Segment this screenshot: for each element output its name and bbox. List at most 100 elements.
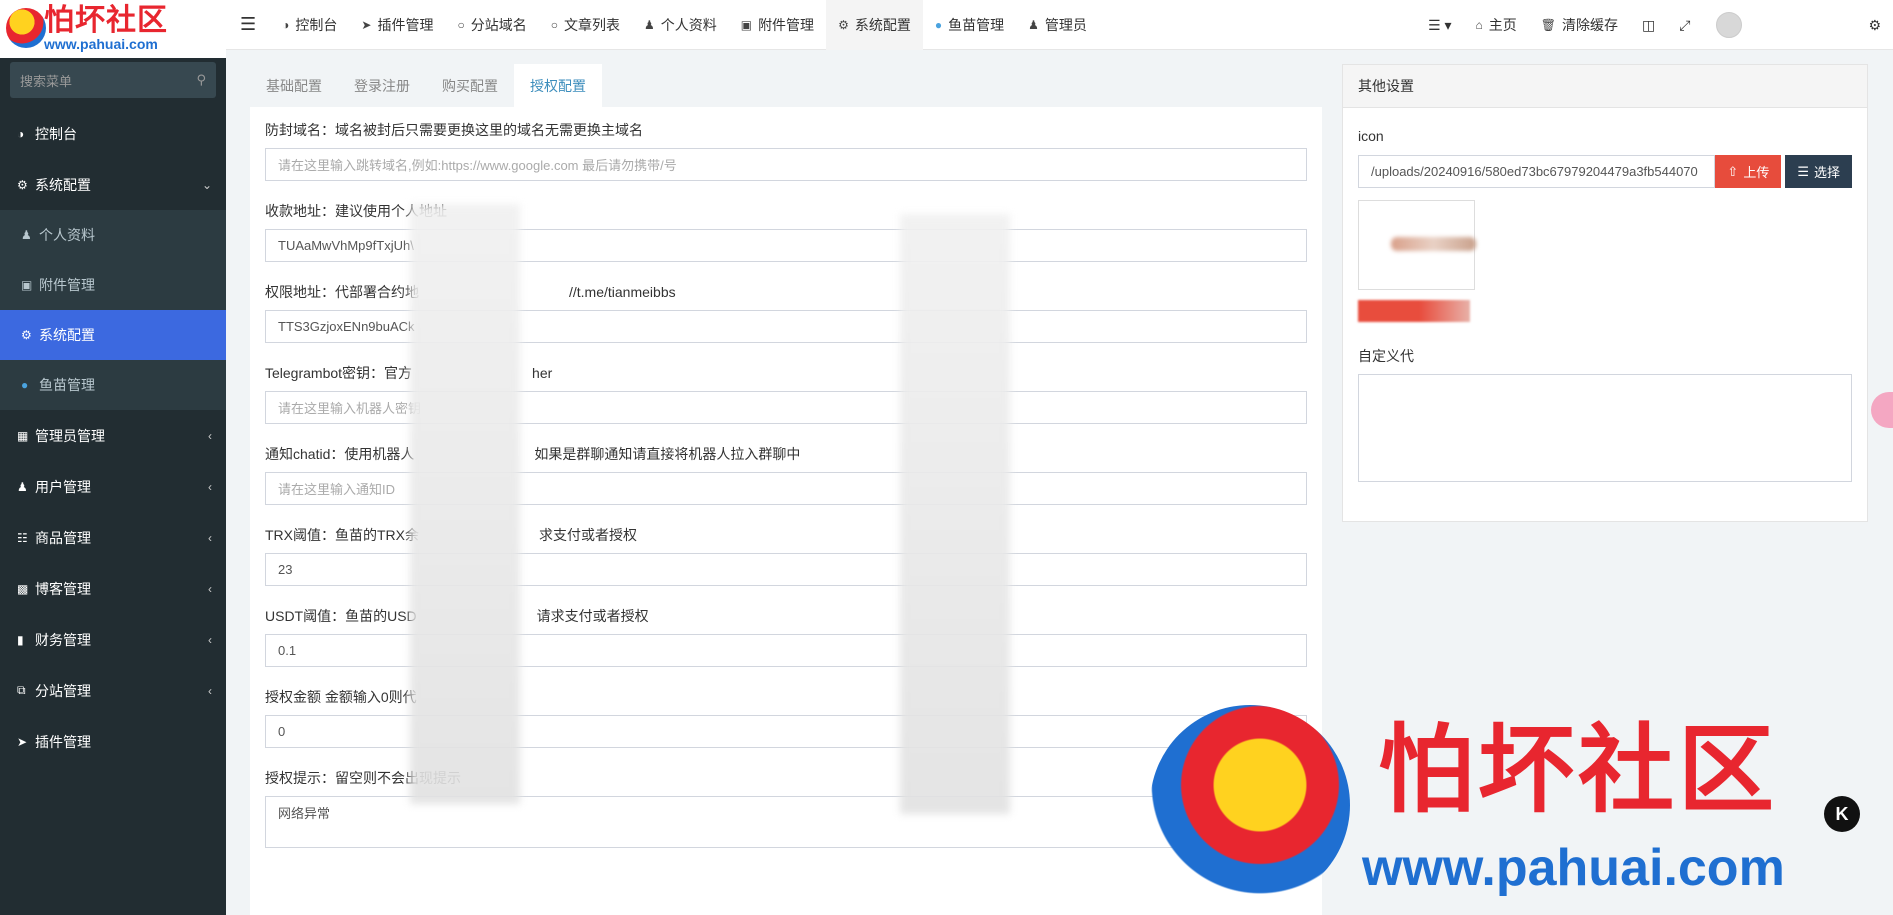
gear-icon: ⚙ [838, 17, 849, 32]
chevron-left-icon: ‹ [208, 632, 212, 647]
list-icon: ☰ [1797, 163, 1809, 179]
upload-icon: ⇧ [1727, 163, 1739, 179]
rocket-icon: ➤ [361, 17, 372, 32]
chevron-left-icon: ‹ [208, 581, 212, 596]
circle-icon: ○ [550, 17, 558, 32]
field-label-tail: 如果是群聊通知请直接将机器人拉入群聊中 [534, 446, 801, 462]
topbar: ☰ ◑ 控制台 ➤ 插件管理 ○ 分站域名 ○ 文章列表 ♟ 个人资料 ▣ 附件管理 ⚙ 系统… [226, 0, 1893, 50]
sidebar-item-label: 系统配置 [39, 327, 95, 343]
floating-help-tab[interactable] [1871, 392, 1893, 428]
home-link[interactable]: ⌂ 主页 [1464, 0, 1529, 50]
sidebar-search-placeholder: 搜索菜单 [20, 73, 73, 89]
topnav-label: 个人资料 [660, 16, 717, 33]
field-label-tail: 求支付或者授权 [539, 527, 637, 543]
sidebar-item-admins[interactable]: ▦ 管理员管理 ‹ [0, 410, 226, 461]
sidebar-item-label: 插件管理 [35, 733, 91, 750]
sidebar-item-blog[interactable]: ▩ 博客管理 ‹ [0, 563, 226, 614]
fullscreen-icon[interactable]: ⤢ [1667, 0, 1702, 50]
field-label-text: 权限地址：代部署合约地 [265, 284, 419, 300]
dashboard-icon: ◑ [282, 17, 290, 32]
tab-basic-config[interactable]: 基础配置 [250, 64, 338, 107]
upload-button[interactable]: ⇧ 上传 [1715, 155, 1782, 188]
topnav-admin[interactable]: ♟ 管理员 [1016, 0, 1099, 50]
fish-icon: ● [21, 378, 29, 392]
gears-icon: ⚙ [17, 177, 28, 192]
sidebar-item-fish[interactable]: ● 鱼苗管理 [0, 360, 226, 410]
rocket-icon: ➤ [17, 734, 28, 749]
sidebar-item-dashboard[interactable]: ◑ 控制台 [0, 108, 226, 159]
sidebar-item-profile[interactable]: ♟ 个人资料 [0, 210, 226, 260]
redaction-blur [900, 214, 1010, 814]
icon-preview [1358, 200, 1476, 290]
fish-logo-icon [6, 8, 46, 48]
icon-path-input[interactable]: /uploads/20240916/580ed73bc67979204479a3… [1358, 155, 1716, 188]
sidebar-item-system-config[interactable]: ⚙ 系统配置 [0, 310, 226, 360]
topnav-profile[interactable]: ♟ 个人资料 [632, 0, 729, 50]
topnav-label: 附件管理 [758, 16, 815, 33]
image-icon: ▣ [21, 278, 33, 292]
select-label: 选择 [1813, 165, 1840, 180]
topnav-plugins[interactable]: ➤ 插件管理 [349, 0, 445, 50]
sidebar-item-finance[interactable]: ▮ 财务管理 ‹ [0, 614, 226, 665]
chevron-left-icon: ‹ [208, 530, 212, 545]
menu-toggle-icon[interactable]: ☰ [226, 0, 270, 50]
sidebar-item-label: 控制台 [35, 125, 77, 142]
home-icon: ⌂ [1475, 18, 1483, 32]
cart-icon: ☷ [17, 530, 28, 545]
avatar[interactable] [1716, 12, 1743, 38]
home-label: 主页 [1488, 17, 1517, 33]
blurred-image [1391, 237, 1476, 251]
select-button[interactable]: ☰ 选择 [1785, 155, 1852, 188]
topnav-articles[interactable]: ○ 文章列表 [539, 0, 632, 50]
custom-label: 自定义代 [1358, 348, 1414, 364]
topnav-label: 控制台 [295, 16, 338, 33]
topnav-fish[interactable]: ● 鱼苗管理 [923, 0, 1016, 50]
sidebar-item-users[interactable]: ♟ 用户管理 ‹ [0, 461, 226, 512]
topnav-label: 系统配置 [854, 16, 911, 33]
sidebar-item-attachments[interactable]: ▣ 附件管理 [0, 260, 226, 310]
topnav-system-config[interactable]: ⚙ 系统配置 [826, 0, 923, 50]
settings-gears-icon[interactable]: ⚙ [1856, 0, 1893, 50]
topnav-dashboard[interactable]: ◑ 控制台 [270, 0, 349, 50]
watermark-fish-logo-icon [1150, 705, 1350, 905]
topnav-substation-domains[interactable]: ○ 分站域名 [445, 0, 538, 50]
sidebar-item-label: 财务管理 [35, 631, 91, 648]
topnav-attachments[interactable]: ▣ 附件管理 [729, 0, 826, 50]
gear-icon: ⚙ [21, 328, 32, 342]
tab-login-register[interactable]: 登录注册 [338, 64, 426, 107]
sidebar-item-label: 用户管理 [35, 478, 91, 495]
anti-block-domain-input[interactable]: 请在这里输入跳转域名,例如:https://www.google.com 最后请… [265, 148, 1307, 181]
bookmark-icon: ▮ [17, 632, 24, 647]
user-icon: ♟ [1028, 17, 1039, 32]
field-label-tail: 请求支付或者授权 [536, 608, 649, 624]
watermark-title: 怕坏社区 [1378, 713, 1778, 826]
sidebar-item-label: 博客管理 [35, 580, 91, 597]
sidebar-search-input[interactable]: 搜索菜单 ⚲ [10, 62, 216, 98]
sidebar-item-system-config-group[interactable]: ⚙ 系统配置 ⌄ [0, 159, 226, 210]
logo[interactable]: 怕坏社区 www.pahuai.com [0, 0, 226, 58]
field-label-tail: her [532, 365, 553, 381]
icon-row: /uploads/20240916/580ed73bc67979204479a3… [1358, 155, 1852, 188]
search-icon: ⚲ [196, 72, 206, 87]
redaction-blur [410, 204, 520, 804]
chevron-left-icon: ‹ [208, 479, 212, 494]
clear-cache-button[interactable]: 🗑 清除缓存 [1529, 0, 1630, 50]
image-icon: ▣ [740, 17, 753, 32]
translate-icon[interactable]: ◫ [1630, 0, 1667, 50]
topnav-label: 分站域名 [470, 16, 527, 33]
topnav-label: 鱼苗管理 [948, 16, 1005, 33]
list-dropdown-icon[interactable]: ☰ ▾ [1416, 0, 1463, 50]
tab-purchase-config[interactable]: 购买配置 [426, 64, 514, 107]
fish-icon: ● [934, 17, 943, 32]
sidebar-item-products[interactable]: ☷ 商品管理 ‹ [0, 512, 226, 563]
tab-auth-config[interactable]: 授权配置 [514, 64, 602, 107]
dashboard-icon: ◑ [17, 126, 25, 141]
sidebar-item-plugins[interactable]: ➤ 插件管理 [0, 716, 226, 767]
sidebar-item-label: 商品管理 [35, 529, 91, 546]
field-label-text: 通知chatid：使用机器人 [265, 446, 415, 462]
logo-url: www.pahuai.com [44, 36, 158, 52]
trash-icon: 🗑 [1540, 18, 1556, 32]
sidebar-item-substations[interactable]: ⧉ 分站管理 ‹ [0, 665, 226, 716]
custom-textarea[interactable] [1358, 374, 1852, 482]
